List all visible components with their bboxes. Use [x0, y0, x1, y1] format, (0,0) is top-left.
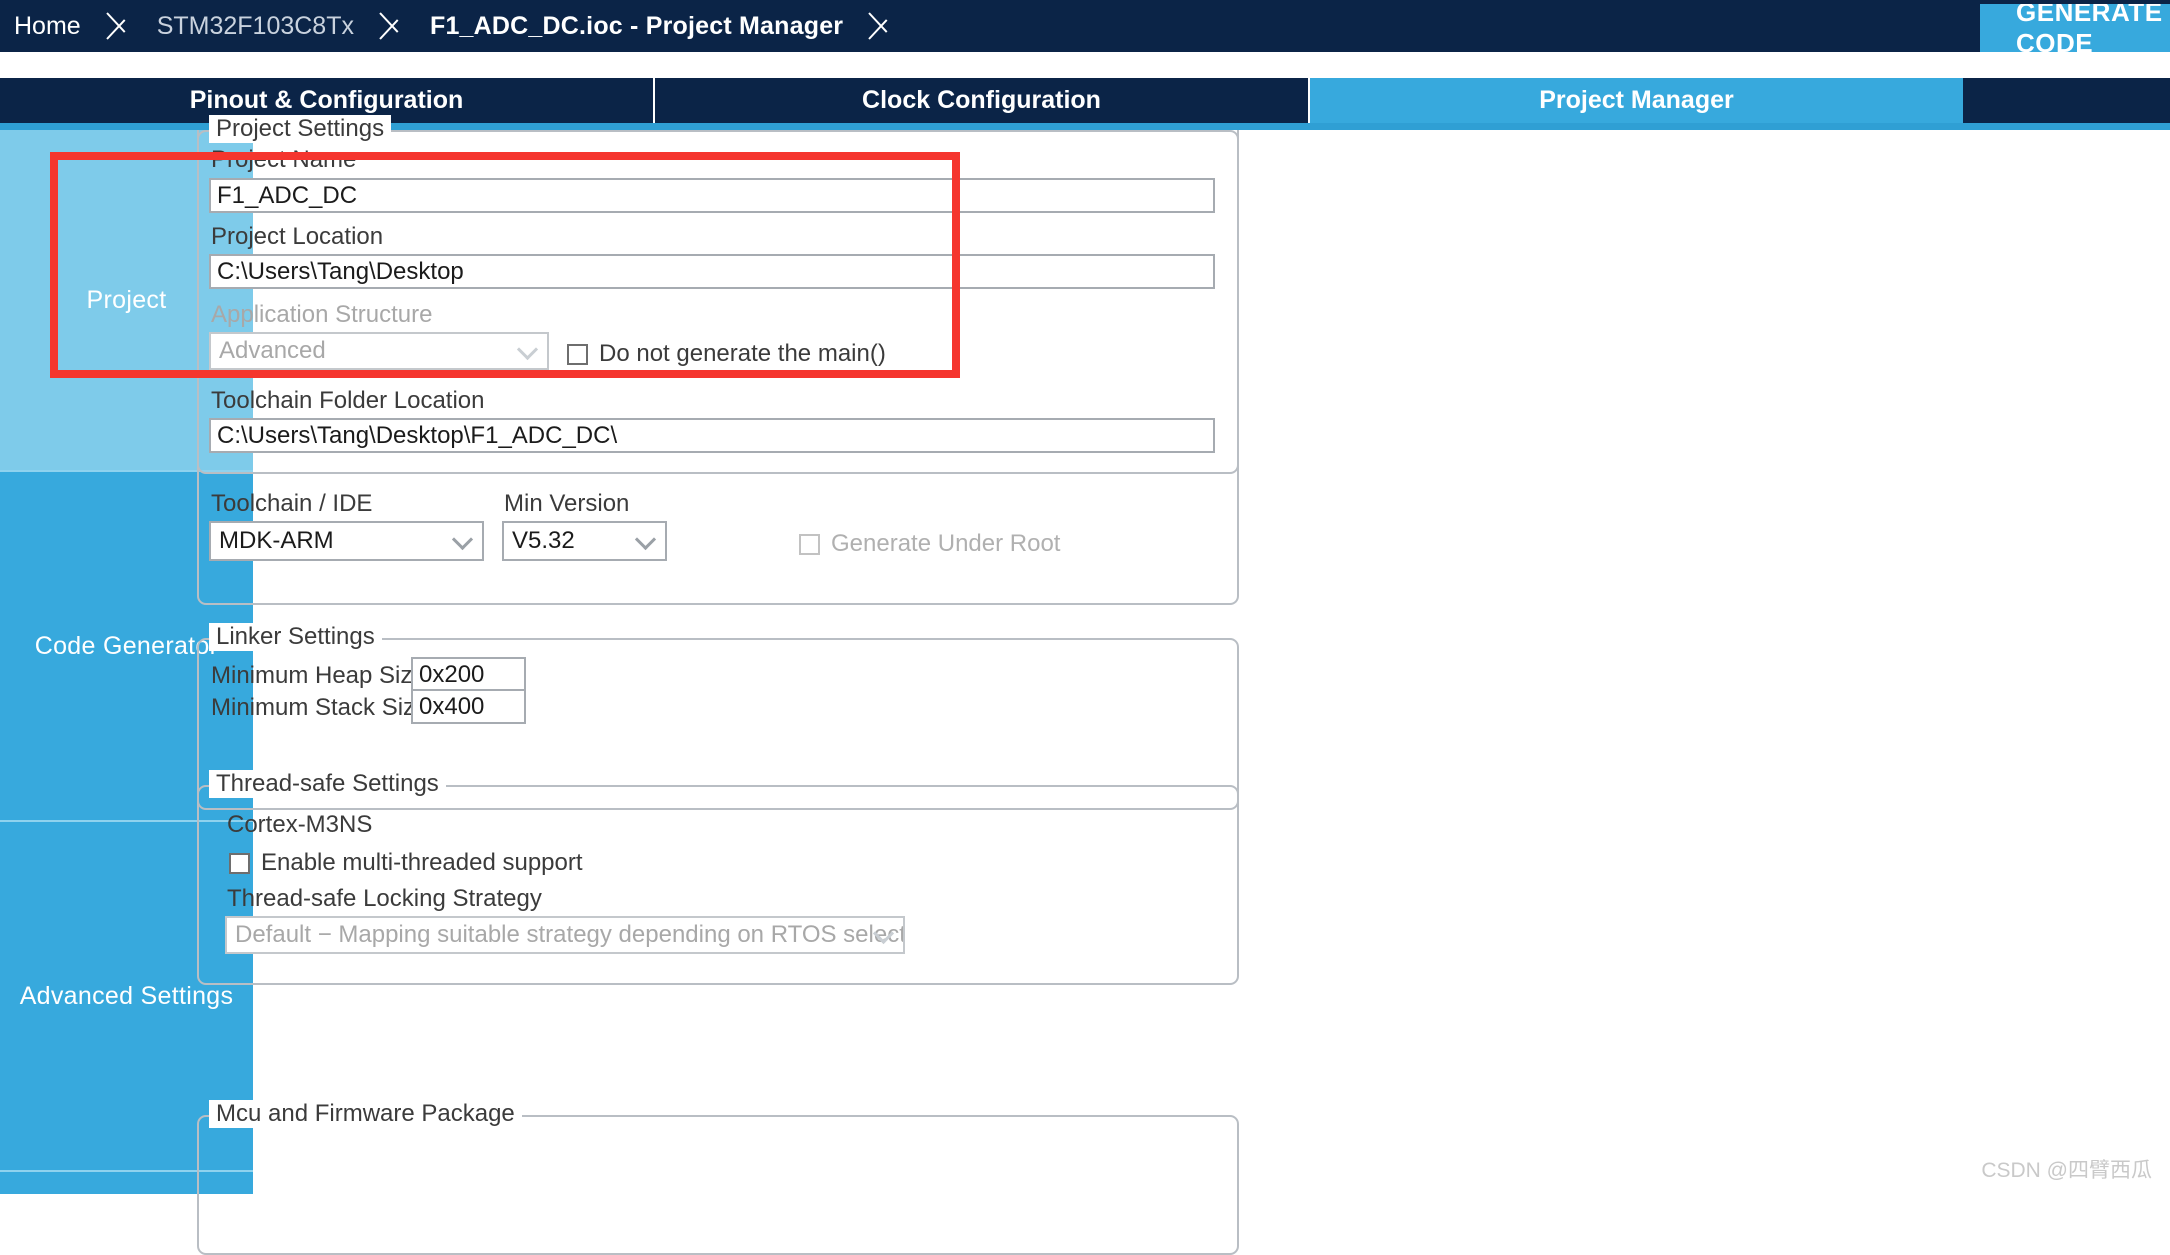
generate-code-button-label: GENERATE CODE	[2016, 4, 2163, 52]
thread-safe-locking-strategy-select[interactable]: Default − Mapping suitable strategy depe…	[225, 916, 905, 954]
toolchain-ide-value: MDK-ARM	[219, 527, 334, 555]
cortex-core-label: Cortex-M3NS	[227, 811, 372, 839]
minimum-heap-size-input[interactable]: 0x200	[411, 657, 526, 692]
breadcrumb-item-home[interactable]: Home	[0, 0, 103, 52]
tab-project-manager-label: Project Manager	[1539, 86, 1734, 115]
min-version-label: Min Version	[504, 490, 629, 518]
thread-safe-settings-group: Thread-safe Settings Cortex-M3NS Enable …	[197, 785, 1239, 985]
sidebar-item-advanced-settings-label: Advanced Settings	[20, 982, 234, 1011]
enable-multithreaded-support-checkbox[interactable]: Enable multi-threaded support	[229, 849, 583, 877]
breadcrumb-item-project[interactable]: F1_ADC_DC.ioc - Project Manager	[416, 0, 865, 52]
breadcrumb-item-project-label: F1_ADC_DC.ioc - Project Manager	[430, 12, 843, 41]
minimum-heap-size-label: Minimum Heap Size	[211, 662, 426, 690]
thread-safe-settings-legend: Thread-safe Settings	[209, 770, 446, 798]
checkbox-box-icon	[799, 534, 820, 555]
min-version-select[interactable]: V5.32	[502, 521, 667, 561]
sidebar-item-project-label: Project	[87, 286, 167, 315]
generate-under-root-label: Generate Under Root	[831, 530, 1060, 558]
chevron-down-icon	[452, 529, 473, 550]
enable-multithreaded-support-label: Enable multi-threaded support	[261, 849, 583, 877]
linker-settings-legend: Linker Settings	[209, 623, 382, 651]
minimum-stack-size-label: Minimum Stack Size	[211, 694, 428, 722]
thread-safe-locking-strategy-label: Thread-safe Locking Strategy	[227, 885, 542, 913]
thread-safe-locking-strategy-value: Default − Mapping suitable strategy depe…	[235, 921, 905, 949]
breadcrumb-chevron-icon	[376, 0, 416, 52]
min-version-value: V5.32	[512, 527, 575, 555]
tab-pinout-configuration-label: Pinout & Configuration	[190, 86, 464, 115]
project-manager-content: Project Settings Project Name F1_ADC_DC …	[253, 130, 2170, 1194]
breadcrumb-bar: Home STM32F103C8Tx F1_ADC_DC.ioc - Proje…	[0, 0, 2170, 52]
minimum-stack-size-input[interactable]: 0x400	[411, 689, 526, 724]
breadcrumb-item-mcu-label: STM32F103C8Tx	[157, 12, 354, 41]
tab-project-manager[interactable]: Project Manager	[1310, 78, 1965, 123]
checkbox-box-icon	[229, 853, 250, 874]
generate-code-button[interactable]: GENERATE CODE	[1980, 4, 2170, 52]
toolchain-ide-label: Toolchain / IDE	[211, 490, 372, 518]
tab-strip-filler	[1965, 78, 2170, 123]
generate-under-root-checkbox[interactable]: Generate Under Root	[799, 530, 1060, 558]
breadcrumb-chevron-icon	[103, 0, 143, 52]
mcu-firmware-package-group: Mcu and Firmware Package	[197, 1115, 1239, 1255]
breadcrumb-item-home-label: Home	[14, 12, 81, 41]
tab-clock-configuration-label: Clock Configuration	[862, 86, 1101, 115]
mcu-firmware-package-legend: Mcu and Firmware Package	[209, 1100, 522, 1128]
breadcrumb-chevron-icon	[865, 0, 905, 52]
chevron-down-icon	[635, 529, 656, 550]
toolchain-ide-select[interactable]: MDK-ARM	[209, 521, 484, 561]
project-settings-group-lower: Toolchain / IDE MDK-ARM Min Version V5.3…	[197, 130, 1239, 605]
breadcrumb-item-mcu[interactable]: STM32F103C8Tx	[143, 0, 376, 52]
tab-clock-configuration[interactable]: Clock Configuration	[655, 78, 1310, 123]
watermark-text: CSDN @四臂西瓜	[1981, 1154, 2152, 1184]
sidebar-item-code-generator-label: Code Generator	[35, 632, 218, 661]
